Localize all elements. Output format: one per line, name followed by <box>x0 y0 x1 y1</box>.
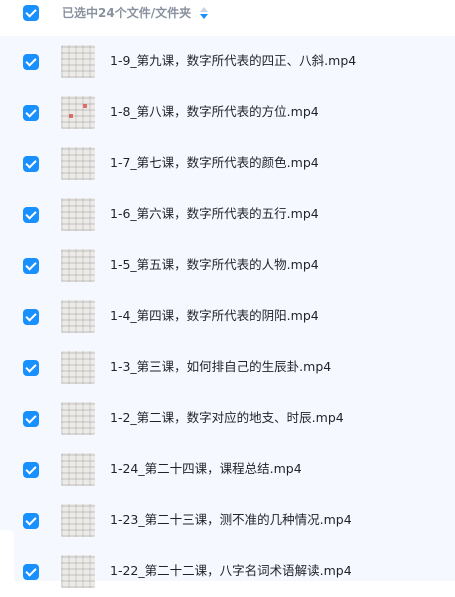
file-name[interactable]: 1-8_第八课，数字所代表的方位.mp4 <box>110 103 319 121</box>
video-thumbnail-icon <box>61 351 95 384</box>
file-row[interactable]: 1-5_第五课，数字所代表的人物.mp4 <box>0 240 455 291</box>
file-checkbox[interactable] <box>23 564 39 580</box>
file-checkbox[interactable] <box>23 513 39 529</box>
video-thumbnail-icon <box>61 555 95 588</box>
file-checkbox[interactable] <box>23 105 39 121</box>
file-row[interactable]: 1-6_第六课，数字所代表的五行.mp4 <box>0 189 455 240</box>
file-row[interactable]: 1-22_第二十二课，八字名词术语解读.mp4 <box>0 546 455 597</box>
file-name[interactable]: 1-23_第二十三课，测不准的几种情况.mp4 <box>110 511 352 529</box>
video-thumbnail-icon <box>61 45 95 78</box>
file-name[interactable]: 1-6_第六课，数字所代表的五行.mp4 <box>110 205 319 223</box>
file-name[interactable]: 1-5_第五课，数字所代表的人物.mp4 <box>110 256 319 274</box>
video-thumbnail-icon <box>61 249 95 282</box>
video-thumbnail-icon <box>61 96 95 129</box>
selected-count-text: 已选中24个文件/文件夹 <box>62 6 192 20</box>
sort-up-down-icon[interactable] <box>199 6 209 20</box>
file-checkbox[interactable] <box>23 462 39 478</box>
file-checkbox[interactable] <box>23 411 39 427</box>
file-name[interactable]: 1-9_第九课，数字所代表的四正、八斜.mp4 <box>110 52 356 70</box>
file-checkbox[interactable] <box>23 207 39 223</box>
video-thumbnail-icon <box>61 147 95 180</box>
video-thumbnail-icon <box>61 198 95 231</box>
video-thumbnail-icon <box>61 300 95 333</box>
video-thumbnail-icon <box>61 453 95 486</box>
file-name[interactable]: 1-3_第三课，如何排自己的生辰卦.mp4 <box>110 358 331 376</box>
file-row[interactable]: 1-7_第七课，数字所代表的颜色.mp4 <box>0 138 455 189</box>
file-name[interactable]: 1-2_第二课，数字对应的地支、时辰.mp4 <box>110 409 344 427</box>
file-row[interactable]: 1-23_第二十三课，测不准的几种情况.mp4 <box>0 495 455 546</box>
file-list: 1-9_第九课，数字所代表的四正、八斜.mp4 1-8_第八课，数字所代表的方位… <box>0 36 455 588</box>
left-edge-panel <box>0 530 14 581</box>
file-name[interactable]: 1-7_第七课，数字所代表的颜色.mp4 <box>110 154 319 172</box>
file-row[interactable]: 1-4_第四课，数字所代表的阴阳.mp4 <box>0 291 455 342</box>
file-name[interactable]: 1-4_第四课，数字所代表的阴阳.mp4 <box>110 307 319 325</box>
select-all-checkbox[interactable] <box>23 5 39 21</box>
file-row[interactable]: 1-9_第九课，数字所代表的四正、八斜.mp4 <box>0 36 455 87</box>
file-checkbox[interactable] <box>23 156 39 172</box>
file-row[interactable]: 1-2_第二课，数字对应的地支、时辰.mp4 <box>0 393 455 444</box>
video-thumbnail-icon <box>61 504 95 537</box>
video-thumbnail-icon <box>61 402 95 435</box>
file-checkbox[interactable] <box>23 54 39 70</box>
file-row[interactable]: 1-24_第二十四课，课程总结.mp4 <box>0 444 455 495</box>
file-name[interactable]: 1-24_第二十四课，课程总结.mp4 <box>110 460 302 478</box>
file-checkbox[interactable] <box>23 360 39 376</box>
file-checkbox[interactable] <box>23 258 39 274</box>
file-row[interactable]: 1-8_第八课，数字所代表的方位.mp4 <box>0 87 455 138</box>
selection-header: 已选中24个文件/文件夹 <box>0 0 455 32</box>
file-row[interactable]: 1-3_第三课，如何排自己的生辰卦.mp4 <box>0 342 455 393</box>
file-name[interactable]: 1-22_第二十二课，八字名词术语解读.mp4 <box>110 562 352 580</box>
file-checkbox[interactable] <box>23 309 39 325</box>
